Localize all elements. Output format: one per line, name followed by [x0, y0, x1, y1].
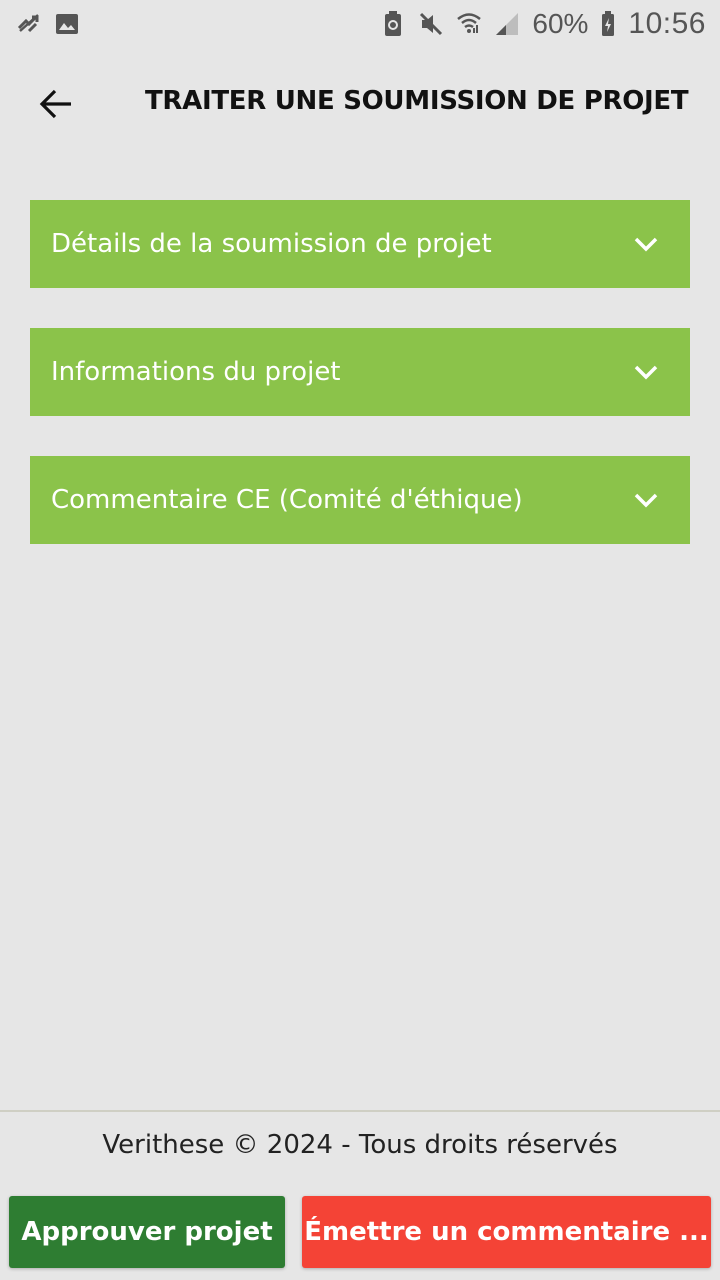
status-bar: 60% 10:56 [0, 0, 720, 48]
image-icon [54, 11, 80, 37]
footer-divider [0, 1110, 720, 1112]
clock: 10:56 [628, 7, 706, 40]
accordion-label: Informations du projet [51, 357, 341, 387]
battery-percent: 60% [532, 8, 589, 39]
chevron-down-icon [632, 230, 660, 258]
accordion-label: Commentaire CE (Comité d'éthique) [51, 485, 523, 515]
battery-icon [600, 11, 616, 37]
issue-comment-button[interactable]: Émettre un commentaire ... [302, 1196, 711, 1268]
chevron-down-icon [632, 486, 660, 514]
back-button[interactable] [26, 74, 86, 134]
accordion-item-ethics-comment[interactable]: Commentaire CE (Comité d'éthique) [30, 456, 690, 544]
status-left [16, 11, 80, 37]
app-header: TRAITER UNE SOUMISSION DE PROJET [0, 60, 720, 150]
battery-saver-icon [380, 11, 406, 37]
chevron-down-icon [632, 358, 660, 386]
sync-disabled-icon [16, 11, 42, 37]
wifi-icon [456, 11, 482, 37]
accordion-item-submission-details[interactable]: Détails de la soumission de projet [30, 200, 690, 288]
status-right: 60% 10:56 [380, 7, 706, 41]
accordion-label: Détails de la soumission de projet [51, 229, 492, 259]
screen: 60% 10:56 TRAITER UNE SOUMISSION DE PROJ… [0, 0, 720, 1280]
arrow-left-icon [39, 89, 71, 119]
copyright-text: Verithese © 2024 - Tous droits réservés [102, 1130, 618, 1160]
approve-project-button[interactable]: Approuver projet [9, 1196, 285, 1268]
page-title: TRAITER UNE SOUMISSION DE PROJET [145, 86, 689, 116]
mute-icon [418, 11, 444, 37]
accordion-item-project-info[interactable]: Informations du projet [30, 328, 690, 416]
signal-icon [494, 11, 520, 37]
